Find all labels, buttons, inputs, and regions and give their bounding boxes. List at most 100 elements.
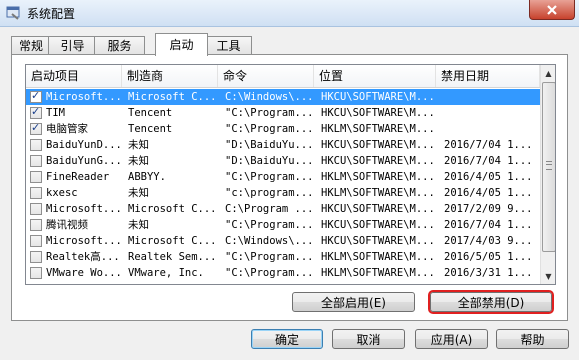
- scroll-thumb[interactable]: [542, 82, 555, 252]
- table-row[interactable]: Realtek高... Realtek Sem... "C:\Program... H…: [26, 249, 540, 265]
- table-row[interactable]: TIM Tencent "C:\Program... HKCU\SOFTWARE\M.…: [26, 104, 540, 121]
- table-row[interactable]: Microsoft... Microsoft C... C:\Windows\...…: [26, 88, 540, 105]
- vertical-scrollbar[interactable]: ▲ ▼: [540, 65, 555, 284]
- cell-date: 2016/7/04 1...: [444, 139, 533, 151]
- cell-location: HKCU\SOFTWARE\M...: [321, 107, 435, 119]
- row-checkbox[interactable]: [30, 155, 42, 167]
- cell-location: HKLM\SOFTWARE\M...: [321, 251, 435, 263]
- cell-maker: 未知: [128, 155, 149, 167]
- startup-items-list[interactable]: 启动项目 制造商 命令 位置 禁用日期 Microsoft...Microsof…: [25, 64, 556, 285]
- cell-date: 2017/4/03 9...: [444, 235, 533, 247]
- table-row[interactable]: BaiduYunG... 未知 "D:\BaiduYu... HKCU\SOFTWAR…: [26, 153, 540, 169]
- cell-maker: Microsoft C...: [128, 91, 216, 103]
- cell-command: "D:\BaiduYu...: [225, 155, 313, 167]
- cell-location: HKLM\SOFTWARE\M...: [321, 171, 435, 183]
- disable-all-button[interactable]: 全部禁用(D): [428, 290, 554, 314]
- cell-command: "C:\Program...: [225, 171, 313, 183]
- enable-all-button[interactable]: 全部启用(E): [292, 292, 415, 312]
- table-row[interactable]: 电脑管家 Tencent "C:\Program... HKLM\SOFTWARE\M…: [26, 120, 540, 137]
- ok-button[interactable]: 确定: [251, 329, 323, 349]
- cell-date: 2016/5/05 1...: [444, 251, 533, 263]
- cell-item: 腾讯视频: [46, 219, 88, 231]
- scroll-up-arrow-icon[interactable]: ▲: [541, 65, 555, 81]
- row-checkbox[interactable]: [30, 171, 42, 183]
- tab-boot[interactable]: 引导: [48, 36, 97, 55]
- row-checkbox[interactable]: [30, 187, 42, 199]
- tab-startup[interactable]: 启动: [155, 33, 208, 56]
- tab-tools[interactable]: 工具: [205, 36, 252, 55]
- column-header-maker[interactable]: 制造商: [122, 65, 218, 87]
- cell-item: FineReader: [46, 171, 110, 183]
- row-checkbox[interactable]: [30, 267, 42, 279]
- help-button[interactable]: 帮助: [496, 329, 569, 349]
- cell-location: HKLM\SOFTWARE\M...: [321, 123, 435, 135]
- cell-location: HKCU\SOFTWARE\M...: [321, 219, 435, 231]
- cell-item: Microsoft...: [46, 91, 122, 103]
- cell-command: "D:\BaiduYu...: [225, 139, 313, 151]
- tab-services[interactable]: 服务: [94, 36, 145, 55]
- table-row[interactable]: Microsoft... Microsoft C... C:\Windows\...…: [26, 233, 540, 249]
- column-header-disabled-date[interactable]: 禁用日期: [436, 65, 540, 87]
- cell-item: TIM: [46, 107, 65, 119]
- row-checkbox[interactable]: [30, 139, 42, 151]
- cancel-button[interactable]: 取消: [332, 329, 405, 349]
- cell-location: HKLM\SOFTWARE\M...: [321, 267, 435, 279]
- cell-location: HKCU\SOFTWARE\M...: [321, 203, 435, 215]
- table-row[interactable]: kxesc 未知 "c:\program... HKLM\SOFTWARE\M... 2…: [26, 185, 540, 201]
- cell-item: Realtek高...: [46, 251, 120, 263]
- cell-maker: Microsoft C...: [128, 235, 216, 247]
- cell-command: "C:\Program...: [225, 251, 313, 263]
- row-checkbox[interactable]: [30, 235, 42, 247]
- cell-date: 2016/7/04 1...: [444, 219, 533, 231]
- cell-maker: 未知: [128, 187, 149, 199]
- column-header-item[interactable]: 启动项目: [26, 65, 122, 87]
- row-checkbox[interactable]: [30, 104, 42, 120]
- cell-date: [444, 89, 540, 105]
- cell-maker: Microsoft C...: [128, 203, 216, 215]
- cell-location: HKCU\SOFTWARE\M...: [321, 91, 435, 103]
- cell-command: "C:\Program...: [225, 123, 313, 135]
- row-checkbox[interactable]: [30, 219, 42, 231]
- grip-icon: [546, 161, 552, 170]
- cell-date: [444, 121, 540, 137]
- cell-command: C:\Program ...: [225, 203, 313, 215]
- cell-date: 2016/4/05 1...: [444, 171, 533, 183]
- table-row[interactable]: BaiduYunD... 未知 "D:\BaiduYu... HKCU\SOFTWAR…: [26, 137, 540, 153]
- cell-item: 电脑管家: [46, 123, 88, 135]
- cell-item: Microsoft...: [46, 235, 122, 247]
- close-icon: [547, 4, 557, 15]
- cell-maker: Tencent: [128, 107, 173, 119]
- cell-command: "C:\Program...: [225, 219, 313, 231]
- cell-maker: 未知: [128, 139, 149, 151]
- table-row[interactable]: VMware Wo... VMware, Inc. "C:\Program... HK…: [26, 265, 540, 281]
- table-row[interactable]: FineReader ABBYY. "C:\Program... HKLM\SOFTW…: [26, 169, 540, 185]
- table-row[interactable]: 腾讯视频 未知 "C:\Program... HKCU\SOFTWARE\M... 20…: [26, 217, 540, 233]
- row-checkbox[interactable]: [30, 88, 42, 104]
- row-checkbox[interactable]: [30, 120, 42, 136]
- cell-command: C:\Windows\...: [225, 91, 313, 103]
- close-button[interactable]: [529, 0, 575, 20]
- title-bar[interactable]: 系统配置: [0, 0, 579, 27]
- cell-maker: ABBYY.: [128, 171, 166, 183]
- cell-maker: Tencent: [128, 123, 173, 135]
- column-header-command[interactable]: 命令: [218, 65, 314, 87]
- cell-item: BaiduYunG...: [46, 155, 122, 167]
- tab-general[interactable]: 常规: [11, 36, 51, 55]
- cell-date: 2016/3/31 1...: [444, 267, 533, 279]
- table-row[interactable]: Microsoft... Microsoft C... C:\Program ...…: [26, 201, 540, 217]
- column-header-location[interactable]: 位置: [314, 65, 436, 87]
- window-title: 系统配置: [27, 7, 76, 21]
- cell-date: 2016/4/05 1...: [444, 187, 533, 199]
- list-header: 启动项目 制造商 命令 位置 禁用日期: [26, 65, 540, 88]
- cell-location: HKCU\SOFTWARE\M...: [321, 155, 435, 167]
- scroll-down-arrow-icon[interactable]: ▼: [541, 268, 555, 284]
- msconfig-icon: [6, 6, 20, 20]
- row-checkbox[interactable]: [30, 203, 42, 215]
- cell-item: VMware Wo...: [46, 267, 122, 279]
- cell-command: "C:\Program...: [225, 107, 313, 119]
- row-checkbox[interactable]: [30, 251, 42, 263]
- cell-location: HKCU\SOFTWARE\M...: [321, 235, 435, 247]
- cell-location: HKCU\SOFTWARE\M...: [321, 139, 435, 151]
- cell-item: Microsoft...: [46, 203, 122, 215]
- apply-button[interactable]: 应用(A): [415, 329, 488, 349]
